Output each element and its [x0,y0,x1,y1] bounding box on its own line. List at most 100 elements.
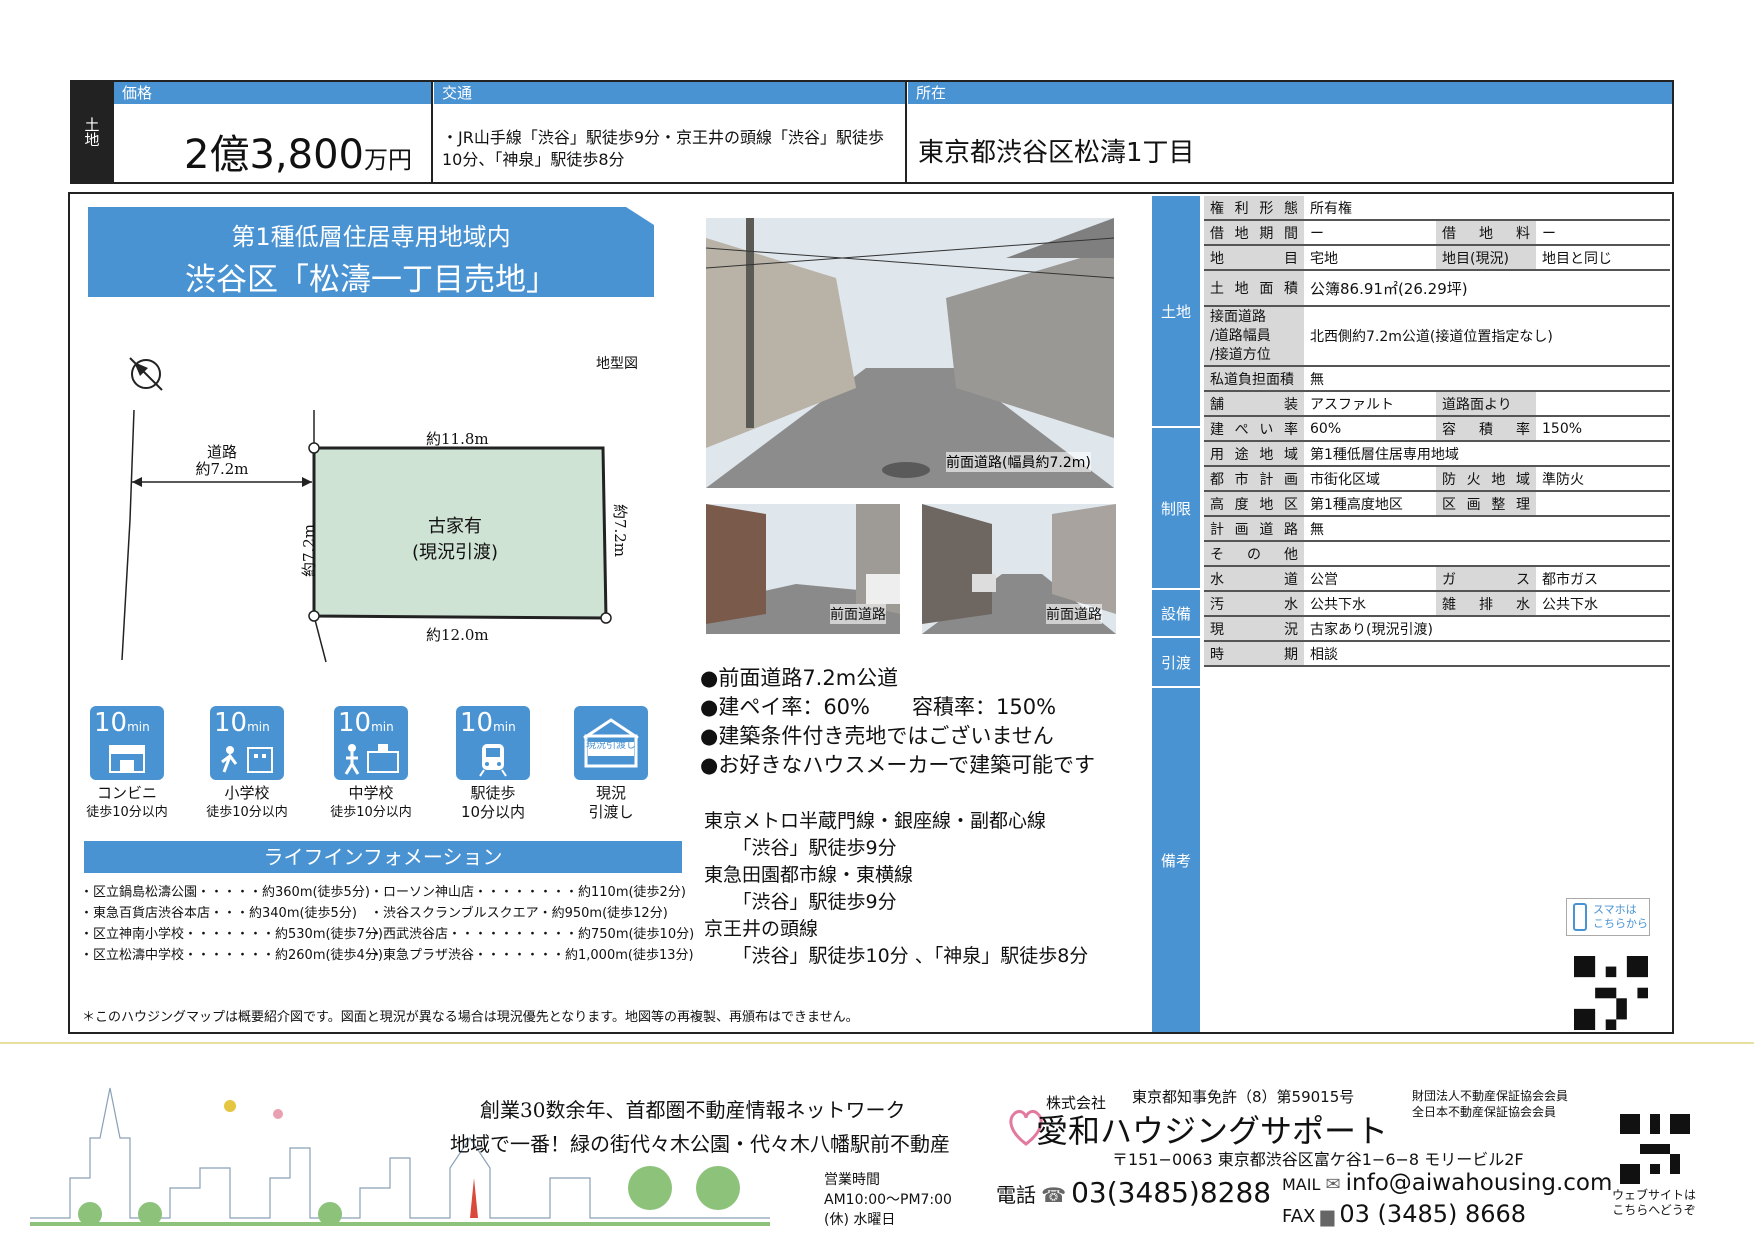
spec-value: 150% [1536,416,1670,442]
icon-convenience: 10min コンビニ徒歩10分以内 [86,706,168,822]
spec-value: 60% [1304,416,1436,442]
spec-key: 区画整理 [1436,491,1536,517]
spec-key: 時期 [1204,641,1304,667]
spec-key: /道路幅員 [1210,327,1271,344]
license-number: 東京都知事免許（8）第59015号 [1132,1088,1355,1106]
mail-icon: ✉ [1325,1174,1341,1195]
mail-label: MAIL [1282,1175,1321,1194]
north-icon [124,352,168,400]
lot-diagram [121,409,612,663]
spec-value: 準防火 [1536,466,1670,492]
spec-value: 公共下水 [1304,591,1436,617]
spec-group-restrict: 制限 [1152,428,1200,588]
icon-unit: min [493,720,516,734]
title-banner: 第1種低層住居専用地域内 渋谷区「松濤一丁目売地」 [88,207,654,298]
company-address: 〒151−0063 東京都渋谷区富ケ谷1−6−8 モリービル2F [1112,1150,1524,1169]
icon-sub: 徒歩10分以内 [206,805,288,820]
location-text: 東京都渋谷区松濤1丁目 [918,138,1195,168]
location-header: 所在 [908,82,1672,104]
icon-minutes: 10 [214,708,248,738]
icon-name: 駅徒歩 [470,784,516,802]
price-unit: 万円 [363,146,412,174]
banner-corner [626,207,654,225]
spec-value: 相談 [1304,641,1670,667]
access-detail: 東京メトロ半蔵門線・銀座線・副都心線 「渋谷」駅徒歩9分 東急田園都市線・東横線… [704,808,1088,970]
spec-key: 権利形態 [1204,196,1304,221]
spec-key: 都市計画 [1204,466,1304,492]
feature-item: ●建築条件付き売地ではございません [700,724,1054,748]
junior-high-school-icon: 10min [334,706,408,780]
icon-unit: min [127,720,150,734]
icon-minutes: 10 [460,708,494,738]
website-note-2: こちらへどうぞ [1612,1203,1696,1217]
price-number: 3,800 [249,132,364,178]
spec-key: ガス [1436,566,1536,592]
spec-key: 雑排水 [1436,591,1536,617]
house-note: 古家有 (現況引渡) [400,514,510,566]
smartphone-icon [1573,903,1587,931]
spec-key: その他 [1204,541,1304,567]
access-line: 「渋谷」駅徒歩9分 [704,891,897,913]
life-item: ・東急百貨店渋谷本店・・・約340m(徒歩5分) [80,906,357,921]
website-note: ウェブサイトは こちらへどうぞ [1604,1188,1704,1218]
tel-number[interactable]: 03(3485)8288 [1071,1176,1271,1209]
smartphone-line1: スマホは [1593,903,1637,916]
mail-address[interactable]: info@aiwahousing.com [1346,1170,1613,1196]
life-list-left: ・区立鍋島松濤公園・・・・・約360m(徒歩5分) ・東急百貨店渋谷本店・・・約… [80,882,383,966]
price-header: 価格 [114,82,432,104]
map-label: 地型図 [596,356,638,372]
life-item: ・区立松濤中学校・・・・・・・約260m(徒歩4分) [80,948,383,963]
spec-key: 建ぺい率 [1204,416,1304,442]
fax-label: FAX [1282,1206,1316,1227]
icon-sub: 徒歩10分以内 [86,805,168,820]
spec-key: 汚水 [1204,591,1304,617]
spec-key: 借地期間 [1204,220,1304,246]
website-qr-code-icon[interactable] [1620,1114,1690,1184]
phone-icon: ☎ [1041,1183,1067,1207]
spec-key: 防火地域 [1436,466,1536,492]
website-note-1: ウェブサイトは [1611,1188,1696,1202]
tel-block: 電話 ☎ 03(3485)8288 [996,1176,1271,1209]
association-2: 全日本不動産保証協会会員 [1412,1105,1557,1119]
spec-group-handover: 引渡 [1152,638,1200,686]
icon-handover: 現況引渡し 現況 引渡し [574,706,648,822]
life-item: ・西武渋谷店・・・・・・・・・・約750m(徒歩10分) [370,927,695,942]
icon-name: 現況 [595,784,626,802]
holiday-value: (休) 水曜日 [824,1212,896,1228]
hours-title: 営業時間 [824,1172,880,1188]
life-list-right: ・ローソン神山店・・・・・・・・約110m(徒歩2分) ・渋谷スクランブルスクエ… [370,882,694,966]
spec-value: 公簿86.91㎡(26.29坪) [1304,270,1670,307]
land-tab: 土地 [70,80,114,184]
icon-badge: 現況引渡し [586,740,636,751]
fax-icon: ▆ [1320,1206,1335,1227]
spec-value: 地目と同じ [1536,245,1670,271]
access-line: 「渋谷」駅徒歩10分 、「神泉」駅徒歩8分 [704,945,1089,967]
icon-minutes: 10 [94,708,128,738]
train-icon: 10min [456,706,530,780]
qr-code-icon[interactable] [1574,956,1648,1030]
icon-sub: 引渡し [588,803,634,821]
spec-value: 公営 [1304,566,1436,592]
spec-group-land: 土地 [1152,196,1200,426]
price-oku: 2億 [184,132,250,178]
access-line: 東京メトロ半蔵門線・銀座線・副都心線 [704,810,1047,832]
mail-block: MAIL ✉ info@aiwahousing.com [1282,1170,1612,1196]
road-label-text: 道路 [206,443,237,461]
icon-sub: 徒歩10分以内 [330,805,412,820]
icon-name: コンビニ [96,784,157,802]
banner-subtitle: 第1種低層住居専用地域内 [231,223,511,251]
spec-value: 公共下水 [1536,591,1670,617]
spec-value: 無 [1304,516,1670,542]
fax-number: 03 (3485) 8668 [1339,1200,1527,1228]
spec-value: 市街化区域 [1304,466,1436,492]
life-info-title: ライフインフォメーション [84,841,682,873]
access-line: 「渋谷」駅徒歩9分 [704,837,897,859]
spec-key: 容積率 [1436,416,1536,442]
icon-name: 小学校 [224,784,270,802]
icon-station: 10min 駅徒歩 10分以内 [456,706,530,822]
spec-value: 都市ガス [1536,566,1670,592]
spec-group-remarks: 備考 [1152,688,1200,1032]
road-label: 道路 約7.2m [195,443,248,478]
banner-title: 渋谷区「松濤一丁目売地」 [185,262,557,298]
spec-group-equip: 設備 [1152,590,1200,636]
